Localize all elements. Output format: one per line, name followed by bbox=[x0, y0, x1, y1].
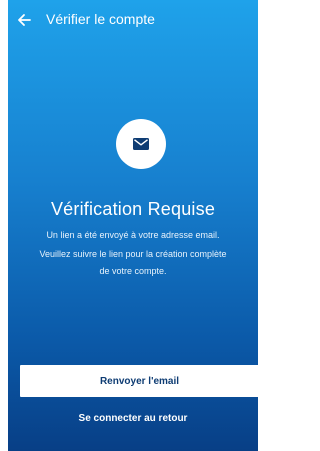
back-to-login-link[interactable]: Se connecter au retour bbox=[8, 413, 258, 424]
arrow-left-icon bbox=[18, 14, 31, 26]
description-line-3: de votre compte. bbox=[99, 266, 167, 276]
page-title: Vérifier le compte bbox=[46, 11, 155, 27]
mail-icon-badge bbox=[116, 119, 166, 169]
app-header: Vérifier le compte bbox=[8, 0, 258, 40]
verify-account-screen: Vérifier le compte Vérification Requise … bbox=[8, 0, 258, 451]
mail-envelope-icon bbox=[133, 138, 149, 150]
resend-email-button[interactable]: Renvoyer l'email bbox=[20, 365, 258, 397]
back-button[interactable] bbox=[14, 10, 34, 30]
verification-title: Vérification Requise bbox=[50, 199, 216, 219]
description-line-2: Veuillez suivre le lien pour la création… bbox=[39, 249, 227, 259]
description-line-1: Un lien a été envoyé à votre adresse ema… bbox=[46, 230, 220, 240]
